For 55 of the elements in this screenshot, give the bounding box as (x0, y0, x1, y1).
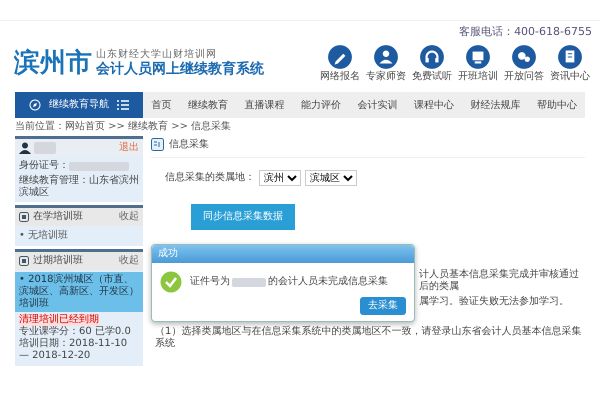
nav-menu-button[interactable]: 继续教育导航 (15, 92, 143, 118)
quick-link[interactable]: 开班培训 (458, 70, 498, 83)
dialog-message-end: 的会计人员未完成信息采集 (268, 276, 388, 288)
field-label: 信息采集的类属地： (165, 172, 255, 184)
dialog-message-start: 证件号为 (190, 276, 230, 288)
quick-link[interactable]: 网络报名 (320, 70, 360, 83)
note-text: 计人员基本信息采集完成并审核通过后的类属 (419, 269, 580, 294)
nav-item[interactable]: 课程中心 (412, 96, 456, 114)
collect-button[interactable]: 去采集 (360, 297, 406, 316)
nav-item[interactable]: 财经法规库 (468, 96, 522, 114)
note-text: （1）选择类属地区与在信息采集系统中的类属地区不一致，请登录山东省会计人员基本信息采集系统 (154, 326, 582, 350)
logo-subtitle: 山东财经大学山财培训网 (96, 48, 218, 61)
logo-title: 会计人员网上继续教育系统 (96, 60, 264, 78)
collapse-link[interactable]: 收起 (119, 255, 139, 268)
id-label: 身份证号： (19, 160, 69, 172)
compass-icon (29, 99, 41, 112)
doc-icon (557, 44, 583, 70)
screen-icon (465, 44, 491, 70)
dialog-title: 成功 (152, 245, 414, 264)
nav-item[interactable]: 能力评价 (298, 96, 343, 114)
collapse-link[interactable]: 收起 (119, 211, 139, 224)
redacted-id (69, 162, 129, 171)
nav-item[interactable]: 帮助中心 (534, 96, 579, 114)
nav-item[interactable]: 首页 (149, 96, 174, 114)
panel-title: 信息采集 (169, 138, 209, 151)
section-heading: 过期培训班 (33, 255, 83, 268)
status-label: 清理培训已经到期 (19, 314, 99, 326)
form-icon (151, 138, 164, 152)
pen-icon (327, 44, 353, 70)
phone-number: 客服电话：400-618-6755 (459, 25, 592, 38)
nav-item[interactable]: 直播课程 (242, 96, 286, 114)
menu-icon (117, 100, 129, 110)
breadcrumb: 当前位置：网站首页 >> 继续教育 >> 信息采集 (14, 120, 232, 134)
credits-text: 专业课学分：60 已学0.0 (19, 326, 132, 338)
note-text: 属学习。验证失败无法参加学习。 (419, 296, 570, 308)
nav-item[interactable]: 会计实训 (355, 96, 400, 114)
section-heading: 在学培训班 (33, 211, 83, 224)
headset-icon (419, 44, 445, 70)
redacted-id (232, 278, 266, 287)
quick-link[interactable]: 资讯中心 (550, 70, 590, 83)
nav-item[interactable]: 继续教育 (186, 96, 230, 114)
quick-link[interactable]: 开放问答 (504, 70, 544, 83)
training-class-item[interactable]: • 2018滨州城区（市直、滨城区、高新区、开发区）培训班 (15, 272, 143, 312)
quick-link[interactable]: 专家师资 (366, 70, 406, 83)
unit-text: 继续教育管理：山东省滨州滨城区 (19, 175, 139, 200)
region-select[interactable]: 滨州 (259, 170, 301, 186)
dates-text: 培训日期：2018-11-10 — 2018-12-20 (19, 338, 128, 362)
training-class-item[interactable]: • 无培训班 (15, 228, 143, 244)
quick-link[interactable]: 免费试听 (412, 70, 452, 83)
check-icon (160, 271, 182, 294)
user-icon (19, 142, 31, 154)
region-select[interactable]: 滨城区 (305, 170, 357, 186)
chat-icon (511, 44, 537, 70)
logo-city: 滨州市 (14, 48, 92, 79)
person-icon (373, 44, 399, 70)
